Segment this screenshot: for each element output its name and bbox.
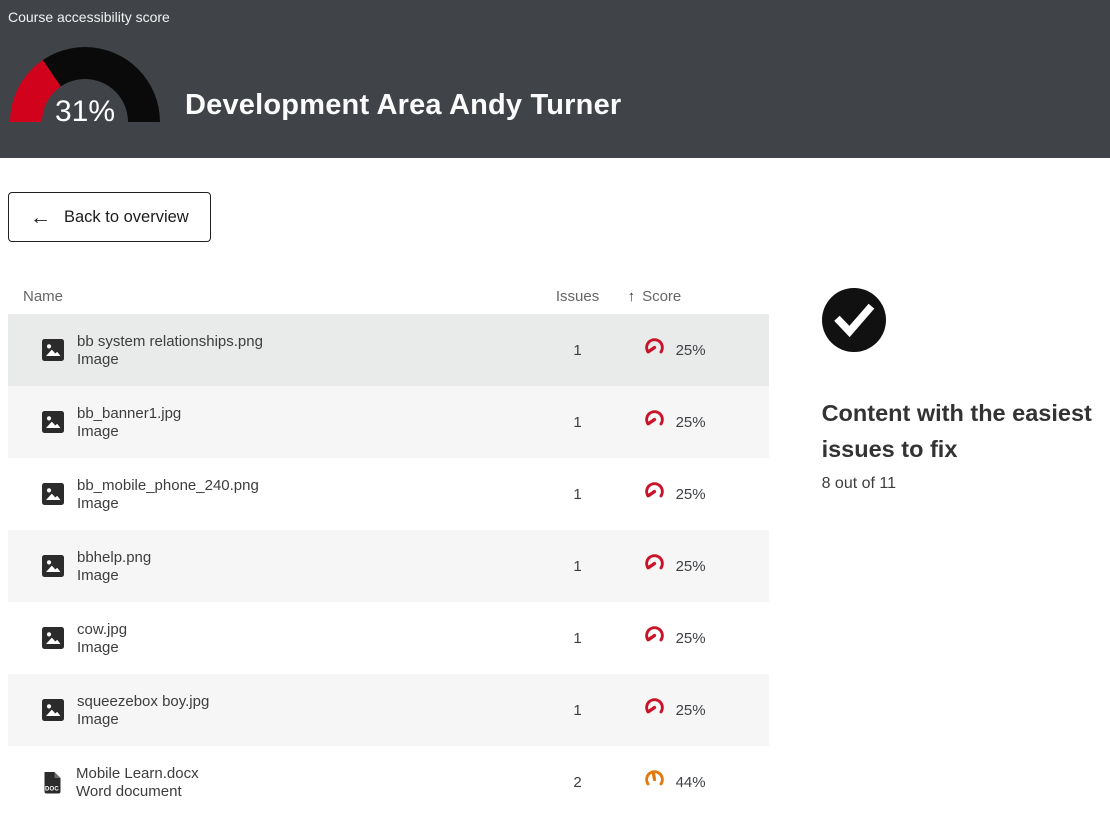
score-gauge-icon — [643, 696, 666, 724]
svg-text:DOC: DOC — [45, 787, 59, 793]
file-cell: DOC Mobile Learn.docx Word document — [8, 765, 528, 800]
score-value: 44% — [676, 774, 706, 791]
file-name: Mobile Learn.docx — [76, 765, 199, 782]
image-file-icon — [42, 699, 64, 721]
file-info: bb_mobile_phone_240.png Image — [77, 477, 259, 512]
file-cell: bbhelp.png Image — [8, 549, 528, 584]
issues-count: 1 — [528, 558, 628, 575]
column-header-score[interactable]: ↑ Score — [628, 288, 769, 305]
image-file-icon — [42, 483, 64, 505]
file-type: Word document — [76, 783, 199, 800]
header-gauge: 31% — [10, 47, 160, 125]
table-row[interactable]: bb_banner1.jpg Image 1 25% — [8, 386, 769, 458]
file-name: bb_mobile_phone_240.png — [77, 477, 259, 494]
word-document-icon: DOC — [42, 769, 63, 795]
table-body: bb system relationships.png Image 1 25% … — [8, 314, 769, 815]
issues-count: 2 — [528, 774, 628, 791]
column-header-issues[interactable]: Issues — [528, 288, 628, 305]
sort-ascending-icon: ↑ — [628, 288, 636, 305]
score-value: 25% — [676, 486, 706, 503]
score-gauge-icon — [643, 408, 666, 436]
table-row[interactable]: squeezebox boy.jpg Image 1 25% — [8, 674, 769, 746]
file-name: bb system relationships.png — [77, 333, 263, 350]
table-row[interactable]: DOC Mobile Learn.docx Word document 2 44… — [8, 746, 769, 815]
easiest-fixes-panel: Content with the easiest issues to fix 8… — [822, 288, 1110, 815]
image-file-icon — [42, 411, 64, 433]
back-arrow-icon: ← — [30, 207, 51, 228]
file-info: squeezebox boy.jpg Image — [77, 693, 209, 728]
file-type: Image — [77, 495, 259, 512]
table-row[interactable]: bb_mobile_phone_240.png Image 1 25% — [8, 458, 769, 530]
table-header-row: Name Issues ↑ Score — [8, 288, 769, 305]
file-type: Image — [77, 567, 151, 584]
back-to-overview-button[interactable]: ← Back to overview — [8, 192, 211, 242]
file-name: bb_banner1.jpg — [77, 405, 181, 422]
score-value: 25% — [676, 630, 706, 647]
file-info: bbhelp.png Image — [77, 549, 151, 584]
issues-count: 1 — [528, 342, 628, 359]
course-title: Development Area Andy Turner — [185, 89, 621, 122]
course-accessibility-score-label: Course accessibility score — [8, 9, 170, 25]
score-gauge-icon — [643, 336, 666, 364]
image-file-icon — [42, 627, 64, 649]
panel-count: 8 out of 11 — [822, 475, 1110, 493]
score-value: 25% — [676, 342, 706, 359]
panel-heading: Content with the easiest issues to fix — [822, 395, 1110, 468]
score-gauge-icon — [643, 624, 666, 652]
content-table: Name Issues ↑ Score bb system relationsh… — [8, 288, 769, 815]
file-type: Image — [77, 639, 127, 656]
file-type: Image — [77, 423, 181, 440]
score-value: 25% — [676, 702, 706, 719]
score-value: 25% — [676, 558, 706, 575]
file-cell: bb_mobile_phone_240.png Image — [8, 477, 528, 512]
score-cell: 44% — [628, 768, 769, 796]
file-name: bbhelp.png — [77, 549, 151, 566]
table-row[interactable]: cow.jpg Image 1 25% — [8, 602, 769, 674]
file-cell: bb system relationships.png Image — [8, 333, 528, 368]
file-name: cow.jpg — [77, 621, 127, 638]
score-cell: 25% — [628, 336, 769, 364]
file-info: cow.jpg Image — [77, 621, 127, 656]
image-file-icon — [42, 339, 64, 361]
file-cell: bb_banner1.jpg Image — [8, 405, 528, 440]
issues-count: 1 — [528, 702, 628, 719]
file-cell: cow.jpg Image — [8, 621, 528, 656]
score-gauge-icon — [643, 480, 666, 508]
course-score-percent: 31% — [10, 95, 160, 129]
image-file-icon — [42, 555, 64, 577]
score-value: 25% — [676, 414, 706, 431]
score-cell: 25% — [628, 696, 769, 724]
check-circle-icon — [822, 288, 886, 352]
score-cell: 25% — [628, 480, 769, 508]
score-gauge-icon — [643, 552, 666, 580]
issues-count: 1 — [528, 414, 628, 431]
file-info: Mobile Learn.docx Word document — [76, 765, 199, 800]
file-cell: squeezebox boy.jpg Image — [8, 693, 528, 728]
file-type: Image — [77, 711, 209, 728]
table-row[interactable]: bb system relationships.png Image 1 25% — [8, 314, 769, 386]
file-type: Image — [77, 351, 263, 368]
score-cell: 25% — [628, 408, 769, 436]
score-cell: 25% — [628, 624, 769, 652]
file-info: bb system relationships.png Image — [77, 333, 263, 368]
table-row[interactable]: bbhelp.png Image 1 25% — [8, 530, 769, 602]
score-gauge-icon — [643, 768, 666, 796]
main-content: Name Issues ↑ Score bb system relationsh… — [0, 288, 1110, 815]
file-name: squeezebox boy.jpg — [77, 693, 209, 710]
column-header-name[interactable]: Name — [8, 288, 528, 305]
score-header-label: Score — [642, 288, 681, 305]
file-info: bb_banner1.jpg Image — [77, 405, 181, 440]
course-score-header: Course accessibility score 31% Developme… — [0, 0, 1110, 158]
issues-count: 1 — [528, 486, 628, 503]
score-cell: 25% — [628, 552, 769, 580]
issues-count: 1 — [528, 630, 628, 647]
back-button-label: Back to overview — [64, 208, 189, 227]
